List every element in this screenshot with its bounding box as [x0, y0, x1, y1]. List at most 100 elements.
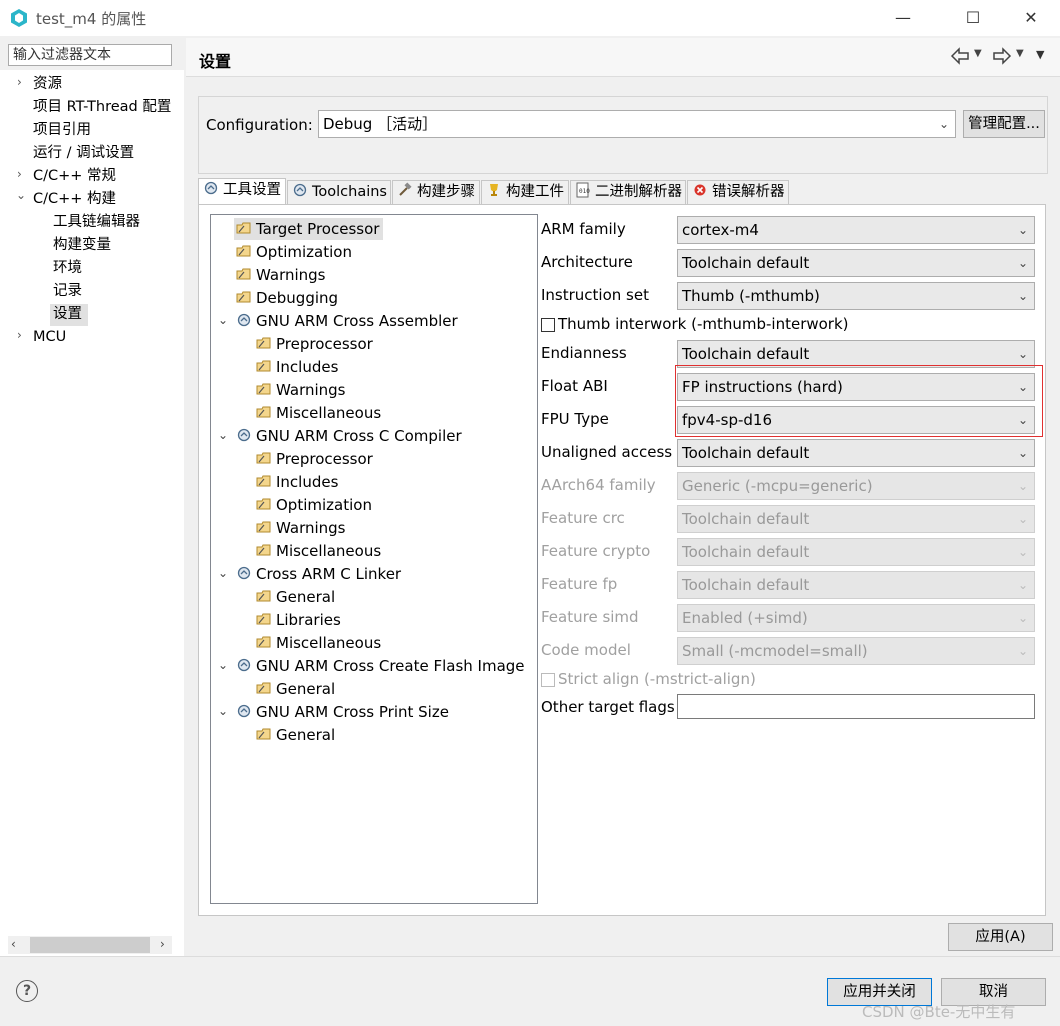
- filter-input[interactable]: 输入过滤器文本: [8, 44, 172, 66]
- chevron-down-icon[interactable]: ⌄: [218, 566, 228, 580]
- tree-item-cc-includes[interactable]: Includes: [256, 472, 338, 492]
- app-logo-icon: [11, 9, 27, 27]
- chevron-right-icon[interactable]: ›: [17, 167, 22, 181]
- arm-family-select[interactable]: cortex-m4 ⌄: [677, 216, 1035, 244]
- sidebar-item-mcu[interactable]: MCU: [33, 327, 66, 347]
- other-target-flags-input[interactable]: [677, 694, 1035, 719]
- view-menu-icon[interactable]: ▼: [1036, 48, 1044, 61]
- tree-item-label: Warnings: [256, 266, 326, 284]
- strict-align-label: Strict align (-mstrict-align): [558, 670, 756, 688]
- manage-configurations-button[interactable]: 管理配置...: [963, 110, 1045, 138]
- chevron-down-icon: ⌄: [1017, 611, 1028, 625]
- folder-settings-icon: [256, 680, 272, 696]
- tree-item-cc-warnings[interactable]: Warnings: [256, 518, 346, 538]
- tree-item-label: Target Processor: [256, 220, 380, 238]
- tab-toolchains[interactable]: Toolchains: [287, 180, 391, 204]
- thumb-interwork-label[interactable]: Thumb interwork (-mthumb-interwork): [558, 315, 849, 333]
- sidebar-item-run-debug[interactable]: 运行 / 调试设置: [33, 143, 134, 163]
- tab-binary-parsers[interactable]: 010 二进制解析器: [570, 180, 686, 204]
- chevron-down-icon: ⌄: [1017, 578, 1028, 592]
- sidebar-item-resources[interactable]: 资源: [33, 74, 62, 94]
- back-dropdown-icon[interactable]: ▼: [974, 48, 982, 59]
- tree-item-print-size[interactable]: GNU ARM Cross Print Size: [236, 702, 449, 722]
- tree-item-asm-preprocessor[interactable]: Preprocessor: [256, 334, 373, 354]
- chevron-down-icon[interactable]: ⌄: [218, 704, 228, 718]
- sidebar-item-rtthread-config[interactable]: 项目 RT-Thread 配置: [33, 97, 171, 117]
- tree-item-ld-libraries[interactable]: Libraries: [256, 610, 341, 630]
- tree-item-c-compiler[interactable]: GNU ARM Cross C Compiler: [236, 426, 462, 446]
- thumb-interwork-checkbox[interactable]: [541, 318, 555, 332]
- chevron-down-icon[interactable]: ⌄: [218, 428, 228, 442]
- tree-item-warnings[interactable]: Warnings: [236, 265, 326, 285]
- tab-build-steps[interactable]: 构建步骤: [392, 180, 480, 204]
- feature-crc-label: Feature crc: [541, 509, 625, 527]
- back-arrow-icon[interactable]: [950, 47, 970, 65]
- close-button[interactable]: ✕: [1008, 4, 1054, 32]
- instruction-set-select[interactable]: Thumb (-mthumb) ⌄: [677, 282, 1035, 310]
- tree-item-flash-general[interactable]: General: [256, 679, 335, 699]
- chevron-down-icon: ⌄: [1017, 347, 1028, 361]
- tree-item-debugging[interactable]: Debugging: [236, 288, 338, 308]
- tree-item-flash-image[interactable]: GNU ARM Cross Create Flash Image: [236, 656, 525, 676]
- configuration-select[interactable]: Debug ［活动］ ⌄: [318, 110, 956, 138]
- folder-settings-icon: [256, 335, 272, 351]
- page-header: [186, 38, 1060, 77]
- select-value: Toolchain default: [682, 543, 810, 561]
- tab-error-parsers[interactable]: 错误解析器: [687, 180, 789, 204]
- unaligned-access-select[interactable]: Toolchain default ⌄: [677, 439, 1035, 467]
- scroll-left-icon[interactable]: ‹: [11, 937, 16, 951]
- tree-item-ld-misc[interactable]: Miscellaneous: [256, 633, 381, 653]
- unaligned-access-label: Unaligned access: [541, 443, 673, 461]
- scrollbar-thumb[interactable]: [30, 937, 150, 953]
- folder-settings-icon: [256, 588, 272, 604]
- tree-item-c-linker[interactable]: Cross ARM C Linker: [236, 564, 401, 584]
- tab-label: Toolchains: [312, 184, 387, 200]
- tree-item-optimization[interactable]: Optimization: [236, 242, 352, 262]
- feature-crypto-select: Toolchain default ⌄: [677, 538, 1035, 566]
- help-icon[interactable]: ?: [16, 980, 38, 1002]
- chevron-right-icon[interactable]: ›: [17, 75, 22, 89]
- aarch64-family-label: AArch64 family: [541, 476, 656, 494]
- endianness-label: Endianness: [541, 344, 627, 362]
- forward-arrow-icon[interactable]: [992, 47, 1012, 65]
- chevron-down-icon[interactable]: ⌄: [218, 658, 228, 672]
- apply-button[interactable]: 应用(A): [948, 923, 1053, 951]
- sidebar-item-settings[interactable]: 设置: [53, 304, 82, 324]
- tab-tool-settings[interactable]: 工具设置: [198, 178, 286, 205]
- forward-dropdown-icon[interactable]: ▼: [1016, 48, 1024, 59]
- svg-text:010: 010: [579, 188, 590, 195]
- tree-item-cc-optimization[interactable]: Optimization: [256, 495, 372, 515]
- gear-icon: [236, 657, 252, 673]
- tree-item-asm-warnings[interactable]: Warnings: [256, 380, 346, 400]
- architecture-select[interactable]: Toolchain default ⌄: [677, 249, 1035, 277]
- tree-item-label: General: [276, 588, 336, 606]
- sidebar-item-environment[interactable]: 环境: [53, 258, 82, 278]
- tree-item-asm-misc[interactable]: Miscellaneous: [256, 403, 381, 423]
- sidebar-item-cpp-general[interactable]: C/C++ 常规: [33, 166, 116, 186]
- tree-item-label: Includes: [276, 358, 339, 376]
- chevron-down-icon: ⌄: [1017, 479, 1028, 493]
- folder-settings-icon: [236, 220, 252, 236]
- tree-item-cc-preprocessor[interactable]: Preprocessor: [256, 449, 373, 469]
- select-value: Toolchain default: [682, 576, 810, 594]
- tree-item-asm-includes[interactable]: Includes: [256, 357, 338, 377]
- tree-item-target-processor[interactable]: Target Processor: [236, 219, 379, 239]
- tree-item-label: GNU ARM Cross Create Flash Image: [256, 657, 525, 675]
- endianness-select[interactable]: Toolchain default ⌄: [677, 340, 1035, 368]
- tree-item-print-general[interactable]: General: [256, 725, 335, 745]
- sidebar-item-build-variables[interactable]: 构建变量: [53, 235, 111, 255]
- chevron-down-icon[interactable]: ⌄: [218, 313, 228, 327]
- tree-item-cc-misc[interactable]: Miscellaneous: [256, 541, 381, 561]
- chevron-down-icon[interactable]: ⌄: [16, 188, 26, 202]
- sidebar-item-logging[interactable]: 记录: [53, 281, 82, 301]
- tab-build-artifacts[interactable]: 构建工件: [481, 180, 569, 204]
- scroll-right-icon[interactable]: ›: [160, 937, 165, 951]
- tree-item-ld-general[interactable]: General: [256, 587, 335, 607]
- chevron-right-icon[interactable]: ›: [17, 328, 22, 342]
- minimize-button[interactable]: —: [880, 4, 926, 32]
- sidebar-item-project-refs[interactable]: 项目引用: [33, 120, 91, 140]
- tree-item-assembler[interactable]: GNU ARM Cross Assembler: [236, 311, 458, 331]
- sidebar-item-toolchain-editor[interactable]: 工具链编辑器: [53, 212, 140, 232]
- maximize-button[interactable]: ☐: [950, 4, 996, 32]
- sidebar-item-cpp-build[interactable]: C/C++ 构建: [33, 189, 116, 209]
